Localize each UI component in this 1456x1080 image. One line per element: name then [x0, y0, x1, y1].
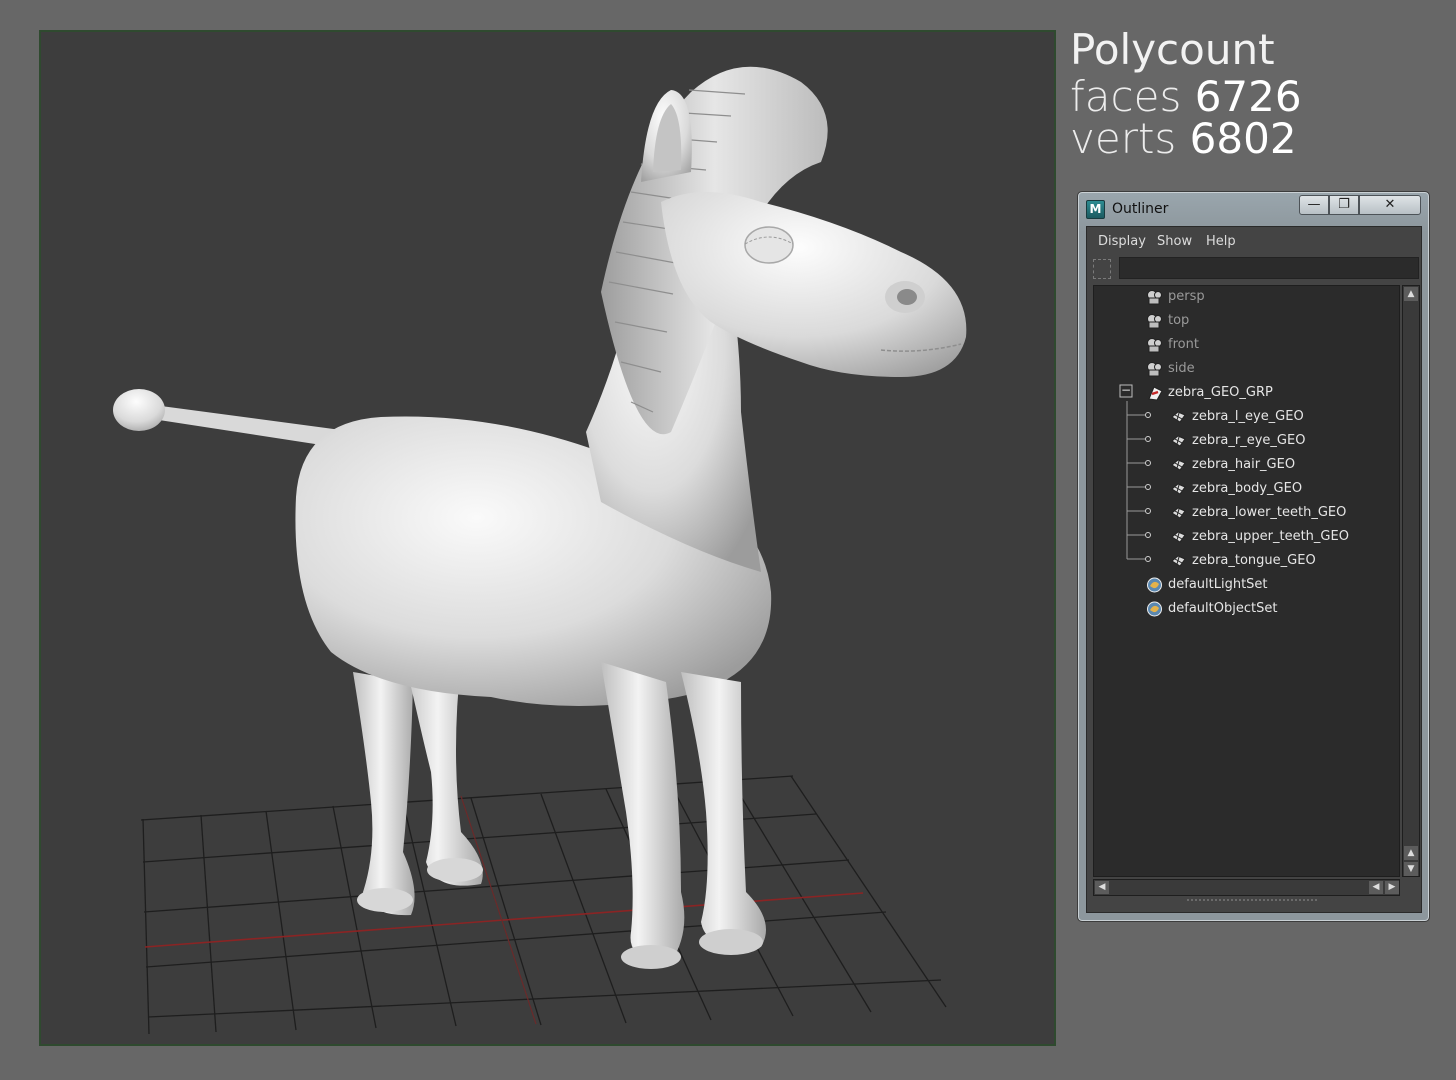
- 3d-viewport[interactable]: [39, 30, 1056, 1046]
- menu-help[interactable]: Help: [1206, 234, 1236, 249]
- scroll-up-arrow-icon[interactable]: ▲: [1404, 846, 1418, 860]
- outliner-titlebar[interactable]: M Outliner — ❐ ✕: [1078, 192, 1429, 224]
- camera-icon: [1147, 338, 1162, 353]
- scroll-down-arrow-icon[interactable]: ▼: [1404, 862, 1418, 876]
- outliner-client: Display Show Help − persp top front side…: [1086, 226, 1422, 913]
- tree-item-label: zebra_body_GEO: [1192, 481, 1303, 496]
- tree-item-label: zebra_l_eye_GEO: [1192, 409, 1304, 424]
- verts-row: verts 6802: [1070, 118, 1302, 160]
- search-input[interactable]: [1119, 257, 1419, 279]
- mesh-icon: [1171, 411, 1186, 423]
- tree-item-label: zebra_GEO_GRP: [1168, 385, 1273, 400]
- collapse-toggle-icon[interactable]: −: [1120, 383, 1132, 397]
- mesh-icon: [1171, 483, 1186, 495]
- mesh-icon: [1171, 435, 1186, 447]
- scroll-right-arrow-icon[interactable]: ▶: [1385, 881, 1399, 894]
- menu-show[interactable]: Show: [1157, 234, 1192, 249]
- verts-label: verts: [1070, 114, 1177, 163]
- mesh-icon: [1171, 531, 1186, 543]
- menu-bar: Display Show Help: [1087, 227, 1421, 255]
- tree-item-label: zebra_lower_teeth_GEO: [1192, 505, 1347, 520]
- window-title: Outliner: [1112, 201, 1169, 217]
- faces-row: faces 6726: [1070, 76, 1302, 118]
- polycount-title: Polycount: [1070, 25, 1275, 74]
- tree-item-label: defaultLightSet: [1168, 577, 1268, 592]
- tree-item-label: top: [1168, 313, 1190, 328]
- ground-grid: [140, 775, 947, 1035]
- verts-value: 6802: [1189, 114, 1297, 163]
- outliner-window: M Outliner — ❐ ✕ Display Show Help − per…: [1077, 191, 1430, 922]
- mesh-icon: [1171, 555, 1186, 567]
- outliner-tree[interactable]: − persp top front side zebra_GEO_GRP zeb…: [1093, 285, 1400, 877]
- tree-item-label: front: [1168, 337, 1199, 352]
- tree-item-label: persp: [1168, 289, 1205, 304]
- camera-icon: [1147, 290, 1162, 305]
- minimize-button[interactable]: —: [1299, 195, 1329, 215]
- mesh-icon: [1171, 459, 1186, 471]
- horizontal-scrollbar[interactable]: ◀ ◀ ▶: [1093, 879, 1400, 896]
- camera-icon: [1147, 314, 1162, 329]
- tree-item-label: zebra_upper_teeth_GEO: [1192, 529, 1349, 544]
- filter-icon[interactable]: [1093, 259, 1111, 279]
- resize-grip[interactable]: [1187, 899, 1317, 903]
- close-button[interactable]: ✕: [1359, 195, 1421, 215]
- grid-z-axis: [460, 795, 537, 1025]
- tree-item-label: zebra_r_eye_GEO: [1192, 433, 1306, 448]
- tree-item-label: zebra_hair_GEO: [1192, 457, 1296, 472]
- filter-row: [1087, 255, 1421, 283]
- tree-item-label: zebra_tongue_GEO: [1192, 553, 1316, 568]
- viewport-scene: [113, 66, 967, 1035]
- tree-item-label: defaultObjectSet: [1168, 601, 1278, 616]
- maximize-button[interactable]: ❐: [1329, 195, 1359, 215]
- scroll-left-arrow-icon[interactable]: ◀: [1095, 881, 1109, 894]
- scroll-up-arrow-icon[interactable]: ▲: [1404, 287, 1418, 301]
- tree-item-label: side: [1168, 361, 1195, 376]
- vertical-scrollbar[interactable]: ▲ ▲ ▼: [1402, 285, 1420, 877]
- set-icon: [1147, 577, 1162, 593]
- camera-icon: [1147, 362, 1162, 377]
- maya-app-icon: M: [1086, 200, 1105, 219]
- set-icon: [1147, 601, 1162, 617]
- mesh-icon: [1171, 507, 1186, 519]
- scroll-left-arrow-icon[interactable]: ◀: [1369, 881, 1383, 894]
- group-icon: [1148, 386, 1163, 401]
- menu-display[interactable]: Display: [1098, 234, 1146, 249]
- polycount-panel: Polycount faces 6726 verts 6802: [1070, 24, 1302, 160]
